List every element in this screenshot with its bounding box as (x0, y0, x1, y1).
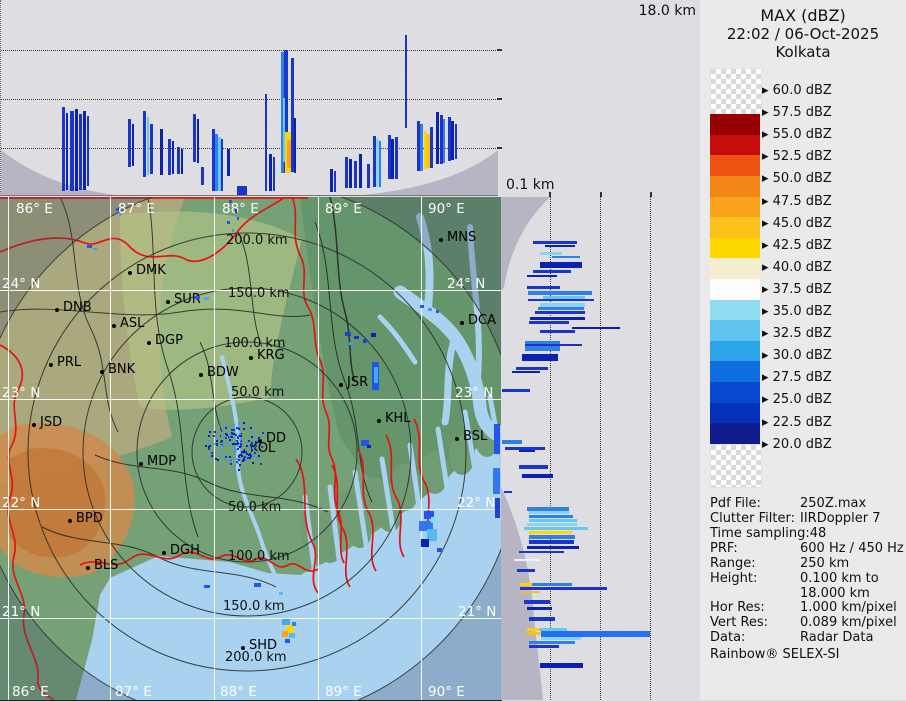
profile-range-wedges (1, 150, 498, 195)
product-title: MAX (dBZ) (760, 6, 846, 25)
colorbar-band (710, 114, 760, 136)
radar-map[interactable] (0, 197, 502, 701)
colorbar-band (710, 382, 760, 404)
colorbar-label: ▸ 50.0 dBZ (762, 171, 832, 187)
colorbar-band (710, 217, 760, 239)
colorbar-label: ▸ 45.0 dBZ (762, 215, 832, 231)
colorbar-band (710, 423, 760, 445)
colorbar (710, 114, 760, 445)
colorbar-label: ▸ 47.5 dBZ (762, 193, 832, 209)
legend-title-block: MAX (dBZ) 22:02 / 06-Oct-2025 Kolkata (700, 6, 906, 61)
metadata-label: Data: (710, 630, 746, 645)
colorbar-band (710, 361, 760, 383)
metadata-value: 250Z.max (800, 496, 867, 511)
metadata-label: PRF: (710, 541, 738, 556)
colorbar-label: ▸ 35.0 dBZ (762, 304, 832, 319)
colorbar-label: ▸ 37.5 dBZ (762, 281, 832, 297)
axis-tick (497, 98, 502, 100)
colorbar-label: ▸ 55.0 dBZ (762, 127, 832, 143)
metadata-label: Vert Res: (710, 615, 769, 630)
metadata-value: 250 km (800, 556, 850, 571)
colorbar-label: ▸ 20.0 dBZ (762, 436, 832, 452)
colorbar-label: ▸ 42.5 dBZ (762, 237, 832, 253)
colorbar-label: ▸ 60.0 dBZ (762, 83, 832, 98)
colorbar-label: ▸ 40.0 dBZ (762, 259, 832, 275)
colorbar-band (710, 340, 760, 362)
colorbar-band (710, 320, 760, 342)
software-brand-label: Rainbow® SELEX-SI (710, 647, 840, 662)
metadata-value: 1.000 km/pixel (800, 600, 897, 615)
colorbar-label: ▸ 57.5 dBZ (762, 105, 832, 121)
colorbar-overflow-swatch (710, 68, 762, 116)
colorbar-band (710, 237, 760, 259)
colorbar-band (710, 155, 760, 177)
metadata-value: 0.089 km/pixel (800, 615, 897, 630)
colorbar-label: ▸ 25.0 dBZ (762, 392, 832, 408)
metadata-value: 0.100 km to (800, 571, 879, 586)
profile-range-wedges (501, 197, 550, 700)
colorbar-band (710, 299, 760, 321)
axis-tick (497, 147, 502, 149)
metadata-value: 600 Hz / 450 Hz (800, 541, 904, 556)
colorbar-label: ▸ 52.5 dBZ (762, 149, 832, 165)
map-base-layers (0, 197, 501, 700)
colorbar-band (710, 134, 760, 156)
min-height-label: 0.1 km (506, 177, 555, 193)
metadata-label: Time sampling:48 (710, 526, 827, 541)
metadata-value: Radar Data (800, 630, 874, 645)
metadata-value: 18.000 km (800, 586, 870, 601)
colorbar-band (710, 402, 760, 424)
colorbar-band (710, 196, 760, 218)
metadata-label: Pdf File: (710, 496, 761, 511)
max-height-label: 18.0 km (638, 3, 696, 19)
axis-tick (497, 49, 502, 51)
metadata-label: Range: (710, 556, 756, 571)
colorbar-underflow-swatch (710, 444, 762, 488)
metadata-label: Hor Res: (710, 600, 765, 615)
colorbar-band (710, 258, 760, 280)
legend-panel: MAX (dBZ) 22:02 / 06-Oct-2025 Kolkata ▸ … (700, 0, 906, 700)
colorbar-band (710, 279, 760, 301)
metadata-label: Clutter Filter: (710, 511, 795, 526)
colorbar-band (710, 175, 760, 198)
radar-station-name: Kolkata (775, 43, 831, 61)
top-height-profile-panel[interactable] (0, 0, 498, 196)
metadata-value: IIRDoppler 7 (800, 511, 881, 526)
side-height-profile-panel[interactable] (501, 197, 700, 700)
colorbar-label: ▸ 30.0 dBZ (762, 348, 832, 364)
scan-datetime: 22:02 / 06-Oct-2025 (726, 25, 880, 43)
colorbar-label: ▸ 27.5 dBZ (762, 370, 832, 386)
colorbar-label: ▸ 22.5 dBZ (762, 414, 832, 430)
metadata-label: Height: (710, 571, 758, 586)
colorbar-label: ▸ 32.5 dBZ (762, 326, 832, 342)
radar-application-window: { "header": { "product": "MAX (dBZ)", "d… (0, 0, 906, 701)
